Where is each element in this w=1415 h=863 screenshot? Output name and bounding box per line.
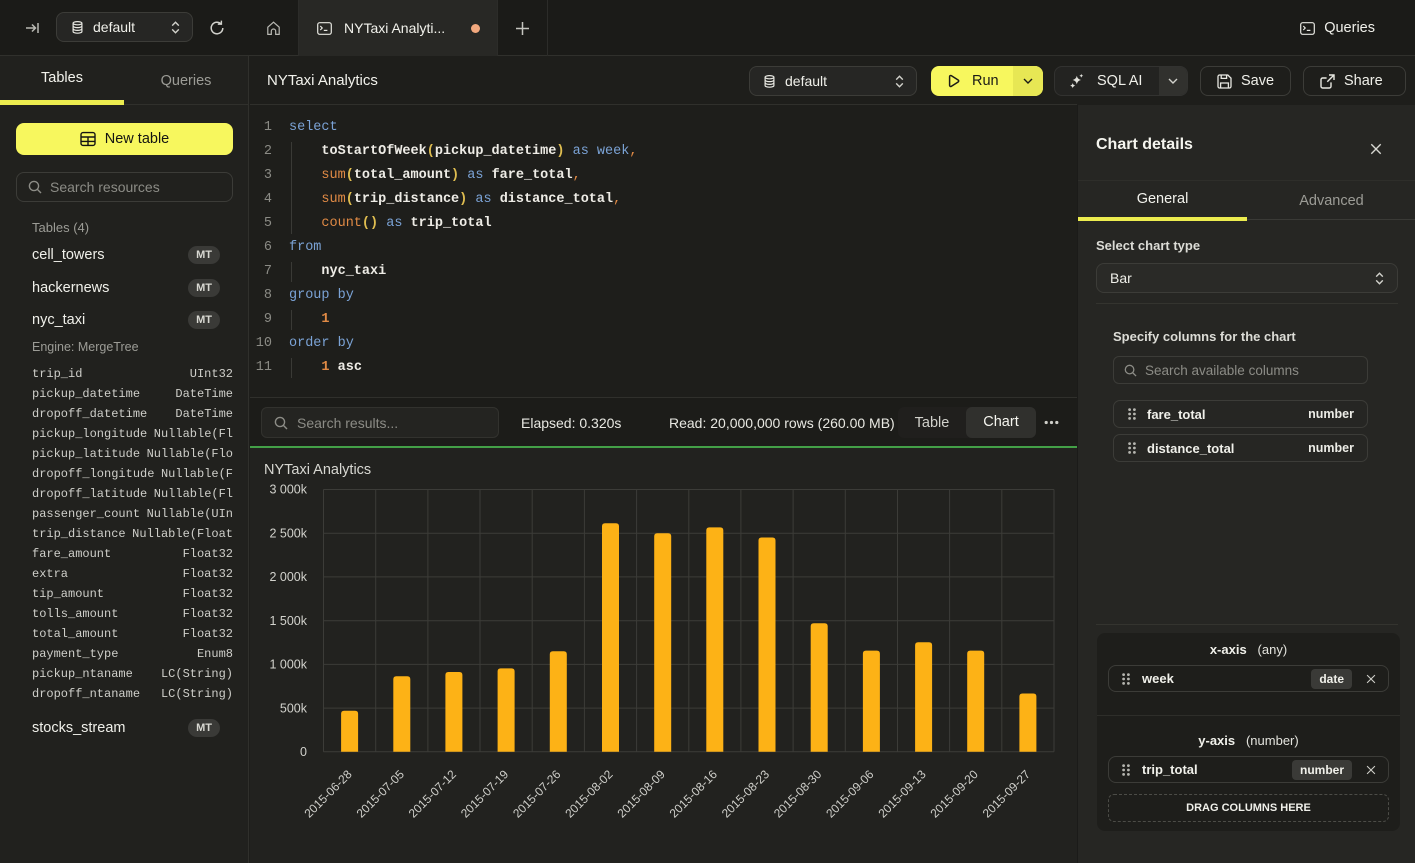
svg-text:2015-06-28: 2015-06-28	[301, 767, 355, 821]
svg-text:500k: 500k	[280, 701, 308, 715]
svg-text:NYTaxi Analytics: NYTaxi Analytics	[264, 462, 371, 478]
svg-text:3 000k: 3 000k	[269, 483, 307, 497]
svg-text:2 500k: 2 500k	[269, 526, 307, 540]
svg-text:2015-08-09: 2015-08-09	[615, 767, 669, 821]
svg-text:2015-08-30: 2015-08-30	[771, 767, 825, 821]
svg-text:2015-09-13: 2015-09-13	[875, 767, 929, 821]
svg-text:2015-09-20: 2015-09-20	[928, 767, 982, 821]
svg-text:2015-08-16: 2015-08-16	[667, 767, 721, 821]
svg-text:0: 0	[300, 745, 307, 759]
svg-text:2015-07-05: 2015-07-05	[354, 767, 408, 821]
svg-text:2015-07-26: 2015-07-26	[510, 767, 564, 821]
svg-text:2015-07-12: 2015-07-12	[406, 767, 460, 821]
svg-text:2015-09-06: 2015-09-06	[823, 767, 877, 821]
svg-text:2015-09-27: 2015-09-27	[980, 767, 1034, 821]
svg-text:2015-08-02: 2015-08-02	[562, 767, 616, 821]
svg-text:1 500k: 1 500k	[269, 614, 307, 628]
svg-text:1 000k: 1 000k	[269, 658, 307, 672]
svg-text:2015-07-19: 2015-07-19	[458, 767, 512, 821]
svg-text:2 000k: 2 000k	[269, 570, 307, 584]
svg-text:2015-08-23: 2015-08-23	[719, 767, 773, 821]
